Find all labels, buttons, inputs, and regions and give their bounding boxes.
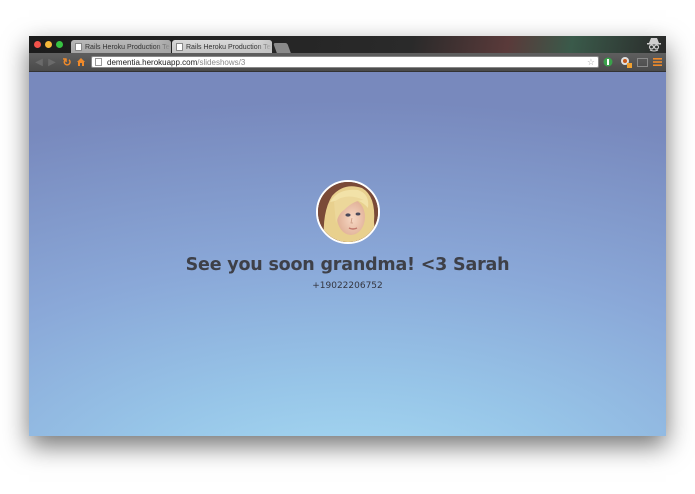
slideshow-page: See you soon grandma! <3 Sarah +19022206… xyxy=(29,72,666,436)
browser-toolbar: ◀ ▶ ↻ dementia.herokuapp.com /slideshows… xyxy=(29,53,666,72)
address-bar[interactable]: dementia.herokuapp.com /slideshows/3 ☆ xyxy=(91,56,599,68)
menu-icon[interactable] xyxy=(651,56,663,68)
tab-strip: Rails Heroku Production Te Rails Heroku … xyxy=(29,36,666,54)
browser-window: Rails Heroku Production Te Rails Heroku … xyxy=(29,36,666,436)
url-path: /slideshows/3 xyxy=(197,57,246,67)
cast-icon[interactable] xyxy=(636,56,648,68)
extension-icon[interactable] xyxy=(620,56,632,68)
new-tab-button[interactable] xyxy=(273,43,291,53)
page-icon xyxy=(176,43,183,51)
page-icon xyxy=(95,58,102,66)
minimize-window-button[interactable] xyxy=(45,41,52,48)
back-icon[interactable]: ◀ xyxy=(33,56,45,68)
incognito-icon xyxy=(647,38,661,52)
home-icon[interactable] xyxy=(75,56,87,68)
evernote-icon[interactable] xyxy=(602,56,614,68)
avatar-photo xyxy=(318,182,378,242)
avatar xyxy=(316,180,380,244)
bookmark-star-icon[interactable]: ☆ xyxy=(587,57,595,68)
tab-rails-heroku-2[interactable]: Rails Heroku Production Te xyxy=(172,40,272,54)
page-icon xyxy=(75,43,82,51)
url-host: dementia.herokuapp.com xyxy=(107,57,198,67)
close-window-button[interactable] xyxy=(34,41,41,48)
phone-number: +19022206752 xyxy=(312,281,383,291)
slideshow-message: See you soon grandma! <3 Sarah xyxy=(185,255,510,275)
reload-icon[interactable]: ↻ xyxy=(61,56,73,69)
forward-icon[interactable]: ▶ xyxy=(46,56,58,68)
tab-rails-heroku-1[interactable]: Rails Heroku Production Te xyxy=(71,40,171,54)
zoom-window-button[interactable] xyxy=(56,41,63,48)
